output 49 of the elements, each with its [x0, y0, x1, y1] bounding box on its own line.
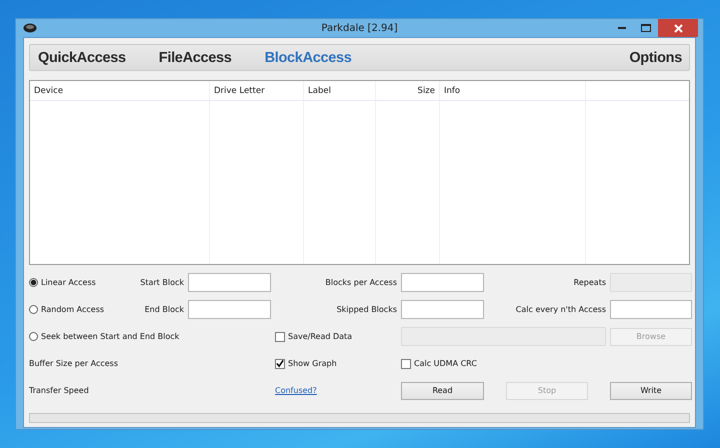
field-label: Skipped Blocks [336, 305, 397, 314]
checkbox-label: Show Graph [288, 359, 337, 368]
field-label: Blocks per Access [325, 278, 397, 287]
checkbox-label: Calc UDMA CRC [414, 359, 477, 368]
input-field[interactable] [401, 273, 484, 292]
input-field[interactable] [610, 300, 692, 319]
tab[interactable]: FileAccess [158, 50, 232, 66]
column-header[interactable]: Device [34, 86, 64, 96]
radio-button[interactable] [29, 278, 38, 287]
checkbox[interactable] [275, 358, 285, 368]
radio-option[interactable]: Seek between Start and End Block [29, 332, 271, 341]
help-link[interactable]: Confused? [275, 386, 317, 395]
radio-option[interactable]: Linear Access [29, 278, 124, 287]
column-header[interactable]: Size [418, 86, 435, 96]
radio-label: Random Access [41, 305, 104, 314]
input-field[interactable] [188, 273, 271, 292]
field-label: Repeats [574, 278, 606, 287]
action-button[interactable]: Write [610, 382, 692, 400]
close-button[interactable] [658, 19, 698, 37]
close-icon [674, 24, 682, 32]
radio-label: Seek between Start and End Block [41, 332, 180, 341]
checkbox[interactable] [275, 332, 285, 342]
column-header[interactable]: Drive Letter [214, 86, 265, 96]
maximize-icon [641, 24, 651, 32]
window-title: Parkdale [2.94] [321, 22, 398, 34]
transfer-speed-label: Transfer Speed [29, 386, 90, 395]
checkbox[interactable] [401, 358, 411, 368]
input-field[interactable] [188, 300, 271, 319]
input-field[interactable] [401, 300, 484, 319]
radio-button[interactable] [29, 332, 38, 341]
checkbox-option[interactable]: Calc UDMA CRC [401, 358, 606, 368]
radio-button[interactable] [29, 305, 38, 314]
radio-label: Linear Access [41, 278, 96, 287]
column-header[interactable]: Info [444, 86, 460, 96]
tab[interactable]: QuickAccess [38, 50, 126, 66]
field-label: End Block [144, 305, 184, 314]
app-icon [23, 23, 37, 33]
checkbox-label: Save/Read Data [288, 332, 352, 341]
checkbox-option[interactable]: Show Graph [275, 358, 397, 368]
field-label: Calc every n'th Access [516, 305, 606, 314]
buffer-size-label: Buffer Size per Access [29, 359, 120, 368]
action-button[interactable]: Read [401, 382, 484, 400]
tab[interactable]: Options [629, 50, 682, 66]
column-header[interactable]: Label [308, 86, 331, 96]
minimize-icon [618, 26, 626, 30]
checkbox-option[interactable]: Save/Read Data [275, 332, 397, 342]
field-label: Start Block [140, 278, 184, 287]
radio-option[interactable]: Random Access [29, 305, 124, 314]
tab[interactable]: BlockAccess [264, 50, 352, 66]
